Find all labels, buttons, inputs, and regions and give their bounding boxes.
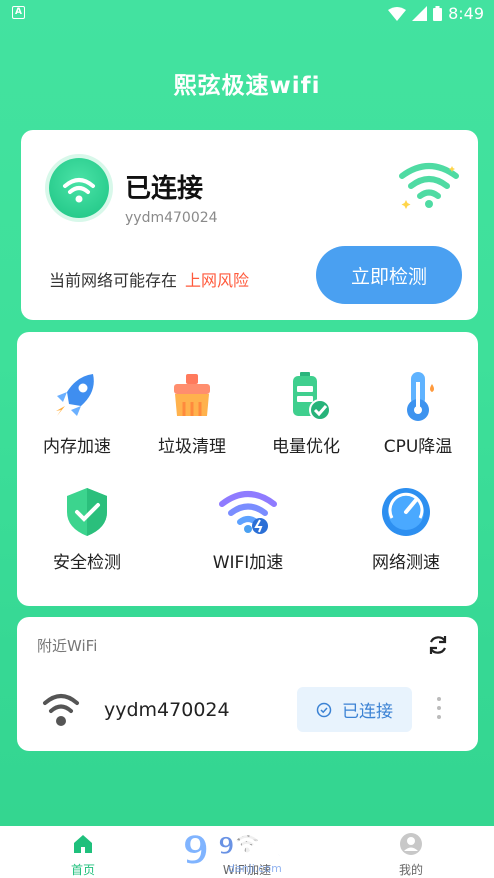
tool-cpu-cool[interactable]: CPU降温 <box>363 366 473 457</box>
tool-label: 内存加速 <box>43 437 111 457</box>
battery-icon <box>276 366 336 426</box>
battery-status-icon <box>433 6 443 21</box>
connection-status: 已连接 <box>125 174 204 204</box>
tool-battery-optimize[interactable]: 电量优化 <box>251 366 361 457</box>
status-icons: 8:49 <box>388 4 484 23</box>
watermark-text: 9游戏 <box>218 832 283 860</box>
wifi-decoration-icon <box>399 163 459 209</box>
check-circle-icon <box>316 702 332 717</box>
tab-label: 我的 <box>398 863 423 877</box>
clock: 8:49 <box>448 4 484 23</box>
wifi-signal-icon <box>388 6 407 21</box>
home-icon <box>74 835 92 853</box>
nearby-wifi-card: 附近WiFi yydm470024 已连接 <box>17 617 478 751</box>
detect-now-button[interactable]: 立即检测 <box>316 246 462 304</box>
tool-wifi-boost[interactable]: WIFI加速 <box>193 482 303 573</box>
wifi-ssid: yydm470024 <box>104 699 230 721</box>
thermometer-icon <box>388 366 448 426</box>
risk-prefix: 当前网络可能存在 <box>49 271 178 290</box>
tool-label: 安全检测 <box>53 553 121 573</box>
tab-label: 首页 <box>70 863 95 877</box>
connected-label: 已连接 <box>342 702 393 722</box>
app-title: 熙弦极速wifi <box>173 73 321 99</box>
tools-card: 内存加速 垃圾清理 电量优化 CPU降温 安全检测 WIFI加速 网络测速 <box>17 332 478 606</box>
brush-icon <box>162 366 222 426</box>
connection-card: 已连接 yydm470024 当前网络可能存在 上网风险 立即检测 <box>21 130 478 320</box>
wifi-icon <box>43 694 79 726</box>
rocket-icon <box>47 366 107 426</box>
tool-label: 网络测速 <box>372 553 440 573</box>
svg-text:9: 9 <box>182 828 210 874</box>
tool-label: WIFI加速 <box>212 553 284 573</box>
profile-icon <box>400 833 422 855</box>
risk-warning: 上网风险 <box>185 271 250 290</box>
tool-label: 电量优化 <box>272 437 340 457</box>
tool-security-check[interactable]: 安全检测 <box>32 482 142 573</box>
watermark-sub: danji.com <box>228 862 282 875</box>
connected-button[interactable]: 已连接 <box>297 687 412 732</box>
status-bar: A 8:49 <box>0 0 494 26</box>
more-options-icon[interactable] <box>436 695 442 721</box>
speedometer-icon <box>376 482 436 542</box>
tab-home[interactable]: 首页 <box>43 832 123 878</box>
tool-memory-boost[interactable]: 内存加速 <box>22 366 132 457</box>
risk-message: 当前网络可能存在 上网风险 <box>49 267 249 291</box>
connected-wifi-icon <box>49 158 109 218</box>
nearby-wifi-title: 附近WiFi <box>37 637 98 655</box>
tool-label: 垃圾清理 <box>158 437 226 457</box>
tool-speed-test[interactable]: 网络测速 <box>351 482 461 573</box>
wifi-boost-icon <box>218 482 278 542</box>
tool-label: CPU降温 <box>383 437 453 457</box>
watermark-logo: 9 9游戏 danji.com <box>180 820 320 878</box>
notification-icon: A <box>12 6 25 19</box>
tool-junk-clean[interactable]: 垃圾清理 <box>137 366 247 457</box>
refresh-icon[interactable] <box>426 633 450 657</box>
shield-icon <box>57 482 117 542</box>
cell-signal-icon <box>412 6 428 21</box>
tab-profile[interactable]: 我的 <box>371 832 451 878</box>
connection-ssid: yydm470024 <box>125 210 218 226</box>
